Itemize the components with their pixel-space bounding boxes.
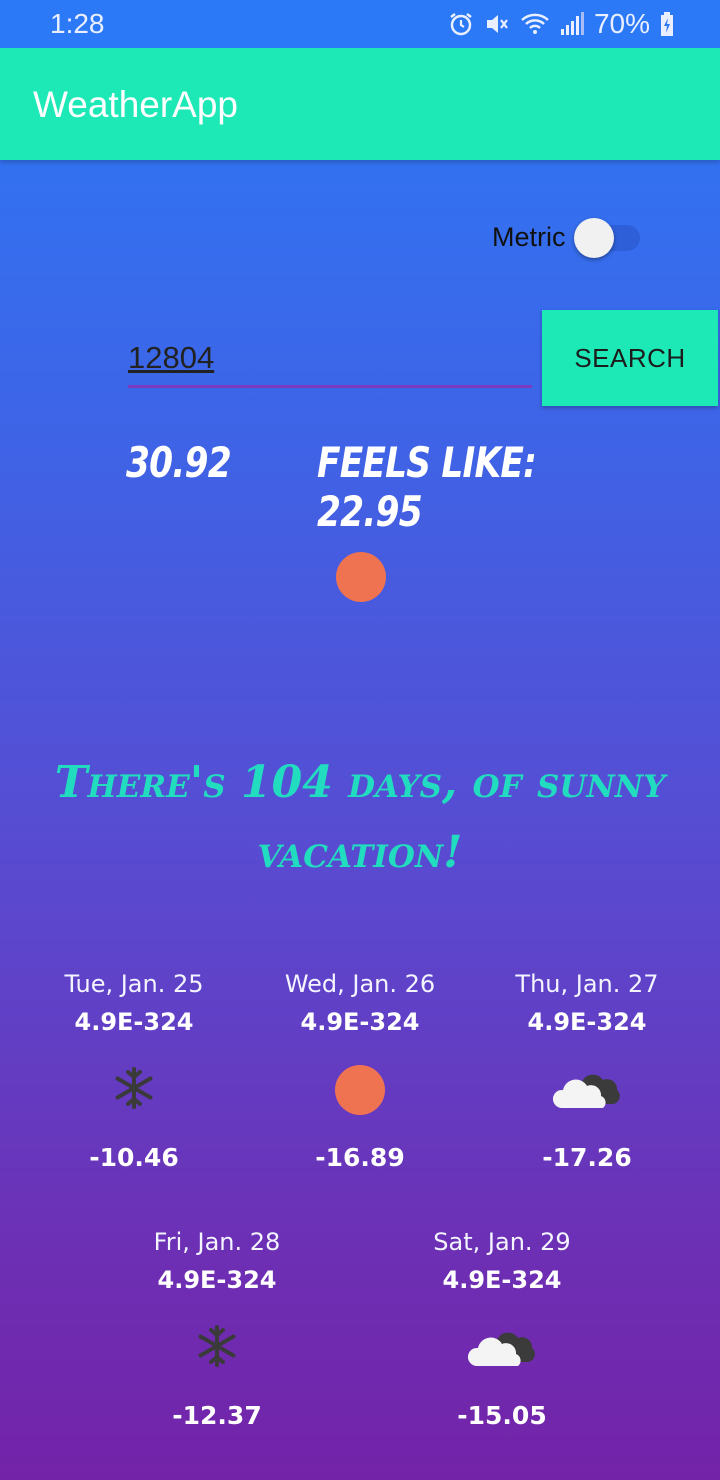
metric-switch[interactable]: [573, 215, 640, 259]
forecast-value: 4.9E-324: [442, 1266, 562, 1294]
cloud-icon: [551, 1064, 623, 1117]
forecast-date: Sat, Jan. 29: [433, 1228, 571, 1256]
forecast-temperature: -16.89: [315, 1143, 405, 1172]
snowflake-icon: [112, 1066, 156, 1115]
forecast-date: Tue, Jan. 25: [64, 970, 204, 998]
units-toggle-row: Metric: [492, 212, 640, 262]
zip-code-input[interactable]: [128, 330, 532, 388]
forecast-temperature: -10.46: [89, 1143, 179, 1172]
cloud-icon: [466, 1322, 538, 1375]
forecast-day: Fri, Jan. 28 4.9E-324 -12.37: [102, 1224, 332, 1436]
forecast-value: 4.9E-324: [74, 1008, 194, 1036]
search-button[interactable]: SEARCH: [542, 310, 718, 406]
forecast-day: Sat, Jan. 29 4.9E-324 -15.05: [387, 1224, 617, 1436]
switch-thumb: [573, 218, 614, 258]
sun-icon: [335, 1065, 385, 1115]
forecast-value: 4.9E-324: [157, 1266, 277, 1294]
battery-charging-icon: [660, 11, 674, 37]
forecast-date: Wed, Jan. 26: [284, 970, 436, 998]
alarm-icon: [448, 11, 474, 37]
app-bar: WeatherApp: [0, 48, 720, 160]
wifi-icon: [520, 11, 550, 37]
forecast-temperature: -12.37: [172, 1401, 262, 1430]
feels-like-temperature: FEELS LIKE: 22.95: [317, 438, 537, 536]
signal-icon: [560, 11, 584, 37]
battery-percent: 70%: [593, 8, 650, 39]
forecast-value: 4.9E-324: [527, 1008, 647, 1036]
status-bar: 1:28 70%: [0, 0, 720, 48]
status-time: 1:28: [50, 8, 105, 39]
metric-label: Metric: [492, 221, 566, 252]
mute-icon: [484, 11, 510, 37]
forecast-value: 4.9E-324: [300, 1008, 420, 1036]
current-temperature: 30.92: [126, 438, 232, 487]
forecast-day: Thu, Jan. 27 4.9E-324 -17.26: [472, 966, 702, 1178]
forecast-day: Tue, Jan. 25 4.9E-324 -10.46: [19, 966, 249, 1178]
forecast-day: Wed, Jan. 26 4.9E-324 -16.89: [245, 966, 475, 1178]
snowflake-icon: [195, 1324, 239, 1373]
status-icons: 70%: [448, 6, 674, 42]
vacation-message: There's 104 days, of sunny vacation!: [54, 757, 666, 878]
forecast-date: Fri, Jan. 28: [153, 1228, 281, 1256]
app-title: WeatherApp: [33, 84, 238, 125]
forecast-temperature: -17.26: [542, 1143, 632, 1172]
sun-icon: [336, 552, 386, 602]
forecast-temperature: -15.05: [457, 1401, 547, 1430]
forecast-date: Thu, Jan. 27: [515, 970, 659, 998]
